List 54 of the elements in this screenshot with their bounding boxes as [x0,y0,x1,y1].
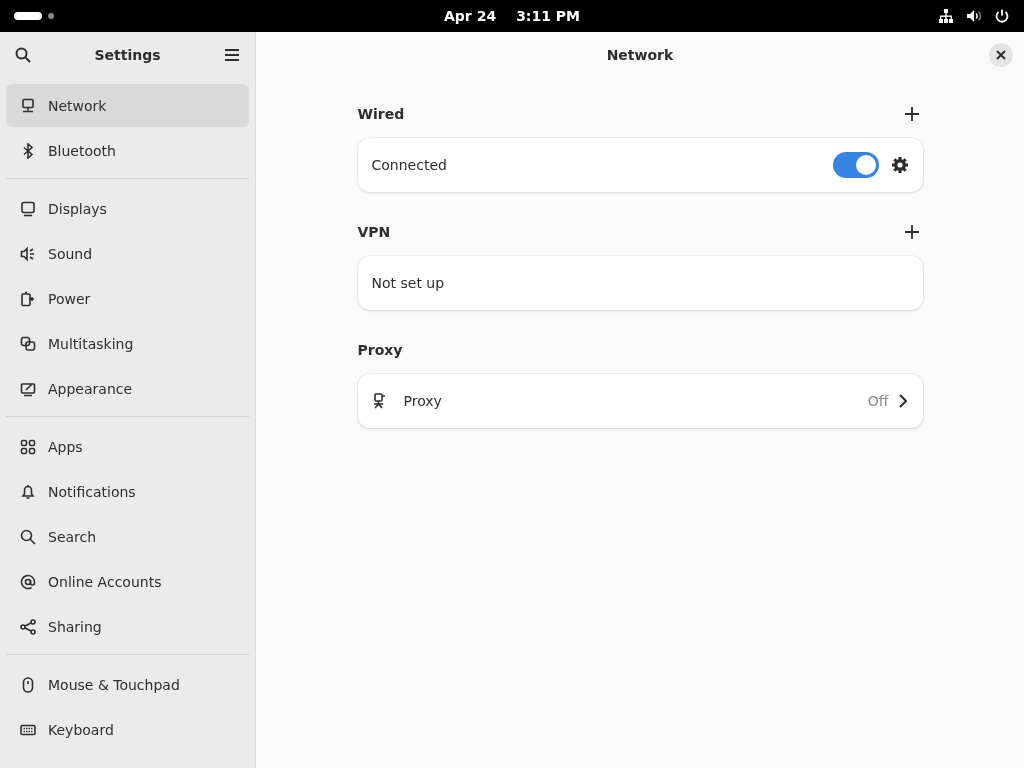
apps-icon [20,438,36,455]
proxy-label: Proxy [403,393,443,409]
wired-network-icon[interactable] [938,8,954,24]
appearance-icon [20,380,36,397]
sidebar-item[interactable]: Bluetooth [6,129,249,172]
toggle-switch[interactable] [832,152,879,178]
sidebar-item[interactable]: Appearance [6,367,249,410]
plus-icon [904,225,919,239]
at-icon [20,573,36,590]
proxy-row[interactable]: Proxy Off [357,374,923,428]
close-icon [996,50,1006,60]
sidebar-item[interactable]: Sharing [6,605,249,648]
sidebar-item[interactable]: Keyboard [6,708,249,751]
proxy-icon [371,393,388,409]
multitask-icon [20,335,36,352]
plus-icon [904,107,919,121]
vpn-status: Not set up [371,275,446,291]
volume-icon[interactable] [966,8,982,24]
proxy-status: Off [867,393,889,409]
search-icon [15,47,31,63]
chevron-right-icon [898,394,907,408]
display-icon [20,200,36,217]
mouse-icon [20,676,36,693]
workspace-dot-icon[interactable] [48,13,54,19]
section-title: Proxy [357,342,403,358]
settings-button[interactable] [890,156,909,174]
bell-icon [20,483,36,500]
network-icon [20,97,36,114]
close-button[interactable] [989,43,1013,67]
search-icon [20,528,36,545]
sidebar-item[interactable]: Sound [6,232,249,275]
sidebar-item[interactable]: Multitasking [6,322,249,365]
section-title: Wired [357,106,405,122]
power-icon [20,290,36,307]
sidebar-item[interactable]: Online Accounts [6,560,249,603]
power-icon[interactable] [994,8,1010,24]
date-text[interactable]: Apr 24 [444,8,497,24]
sidebar-item[interactable]: Network [6,84,249,127]
sound-icon [20,245,36,262]
section-title: VPN [357,224,391,240]
sidebar-item[interactable]: Notifications [6,470,249,513]
sidebar-item[interactable]: Apps [6,425,249,468]
workspace-indicator-icon[interactable] [14,12,42,20]
sidebar-item[interactable]: Mouse & Touchpad [6,663,249,706]
gear-icon [890,156,909,174]
connection-status: Connected [371,157,448,173]
page-title: Network [606,47,674,63]
sidebar-item[interactable]: Displays [6,187,249,230]
menu-icon [224,47,240,63]
sidebar-item[interactable]: Search [6,515,249,558]
share-icon [20,618,36,635]
sidebar-title: Settings [94,47,161,63]
time-text[interactable]: 3:11 PM [516,8,580,24]
sidebar-item[interactable]: Power [6,277,249,320]
